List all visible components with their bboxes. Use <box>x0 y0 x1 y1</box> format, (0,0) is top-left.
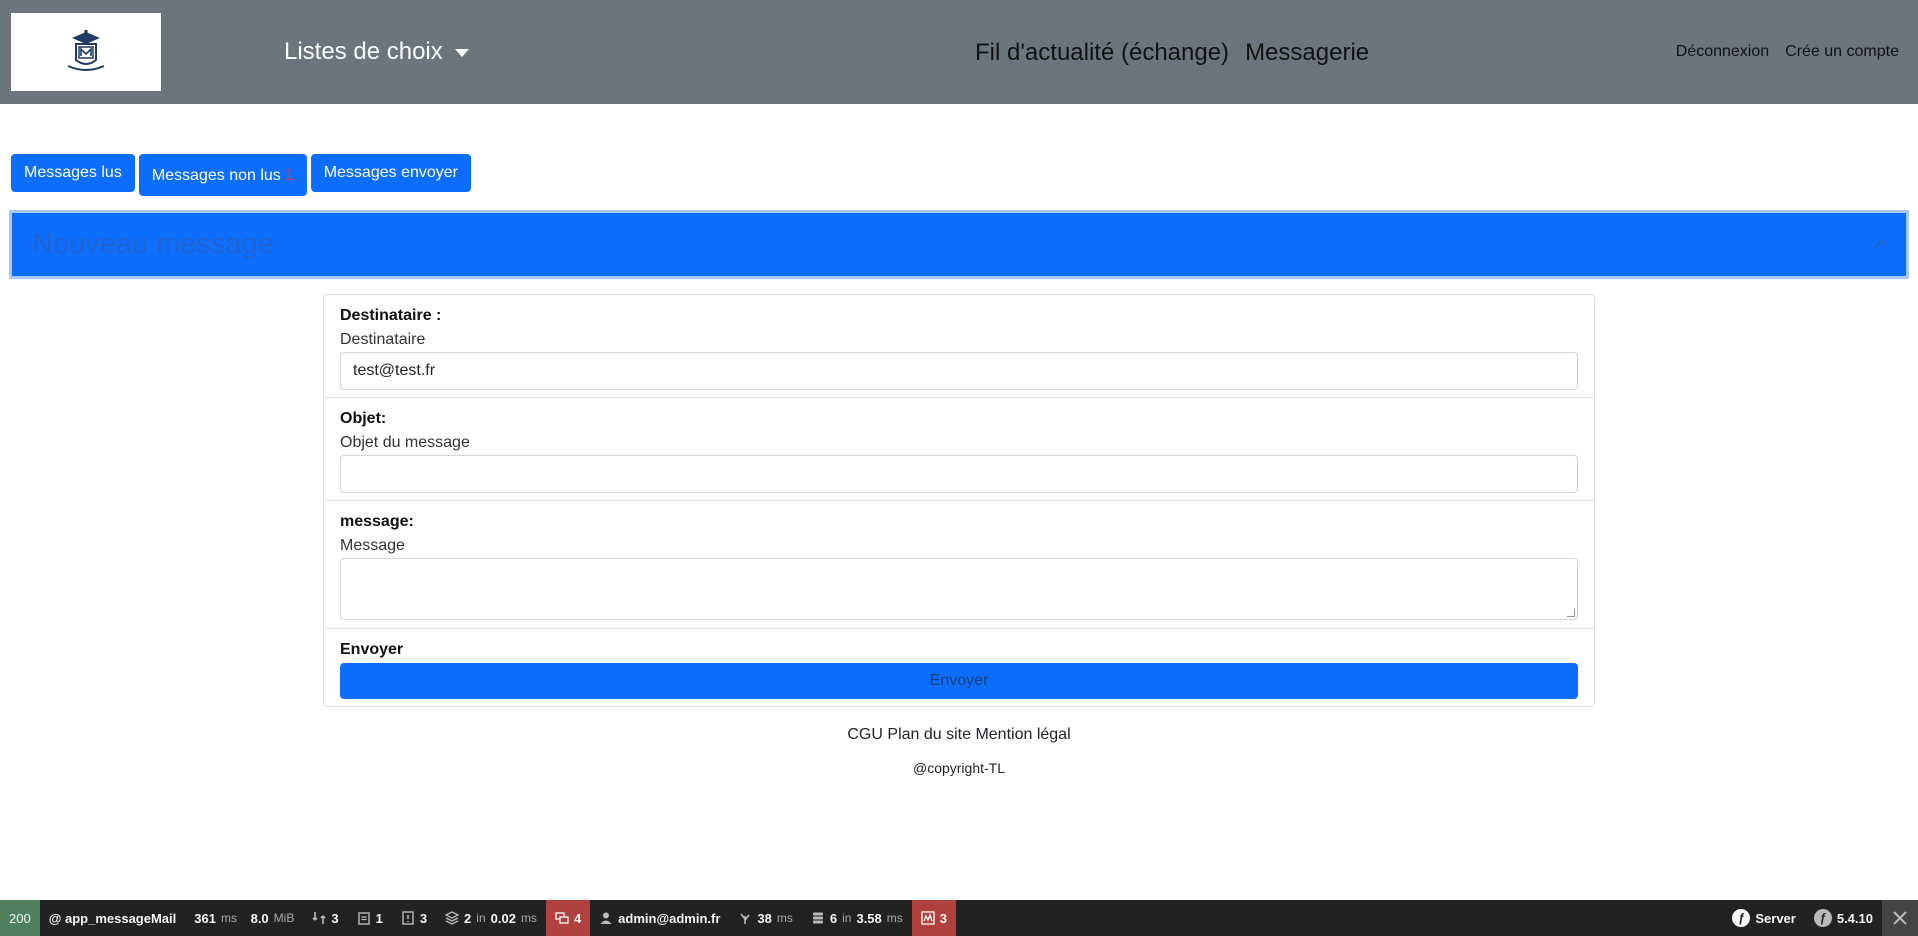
unread-messages-button[interactable]: Messages non lus 1 <box>138 154 307 196</box>
dropdown-label: Listes de choix <box>284 38 443 65</box>
new-message-accordion-header[interactable]: Nouveau message <box>9 210 1909 279</box>
validator-count: 3 <box>419 910 428 926</box>
version-item[interactable]: ƒ 5.4.10 <box>1805 900 1882 936</box>
nav-link-news-feed[interactable]: Fil d'actualité (échange) <box>975 39 1229 67</box>
resize-grip-icon[interactable] <box>1567 609 1575 617</box>
copyright: @copyright-TL <box>912 760 1006 776</box>
database-item[interactable]: 6 in 3.58 ms <box>802 900 912 936</box>
layers-icon <box>445 911 460 925</box>
db-count: 6 <box>829 910 838 926</box>
subject-input[interactable] <box>340 455 1578 493</box>
send-button[interactable]: Envoyer <box>340 663 1578 699</box>
send-section: Envoyer Envoyer <box>324 629 1594 708</box>
read-messages-button[interactable]: Messages lus <box>11 154 135 192</box>
send-label: Envoyer <box>340 641 404 658</box>
user-item[interactable]: admin@admin.fr <box>590 900 729 936</box>
recipient-section: Destinataire : Destinataire test@test.fr <box>324 295 1594 398</box>
status-code-badge[interactable]: 200 <box>0 900 40 936</box>
requests-icon <box>312 912 326 924</box>
twig-item[interactable]: 38 ms <box>729 900 801 936</box>
symfony-version: 5.4.10 <box>1836 910 1873 926</box>
read-messages-label: Messages lus <box>24 164 122 181</box>
caret-down-icon <box>454 49 469 57</box>
db-unit: ms <box>886 911 903 925</box>
cache-count: 2 <box>464 910 472 926</box>
sent-messages-label: Messages envoyer <box>323 164 458 181</box>
memory-value: 8.0 <box>250 910 269 926</box>
validator-item[interactable]: 3 <box>392 900 436 936</box>
logs-item[interactable]: 3 <box>911 900 957 936</box>
new-message-form: Destinataire : Destinataire test@test.fr… <box>323 294 1595 707</box>
user-email: admin@admin.fr <box>618 910 721 926</box>
subject-section: Objet: Objet du message <box>324 398 1594 501</box>
create-account-link[interactable]: Crée un compte <box>1785 43 1899 61</box>
forms-count: 1 <box>375 910 383 926</box>
twig-icon <box>740 913 751 924</box>
subject-sublabel: Objet du message <box>340 434 470 451</box>
logs-count: 3 <box>939 910 948 926</box>
school-crest-icon <box>67 30 105 71</box>
close-icon <box>1893 911 1907 925</box>
navbar: Listes de choix Fil d'actualité (échange… <box>0 0 1918 104</box>
memory-unit: MiB <box>273 911 295 925</box>
choice-lists-dropdown[interactable]: Listes de choix <box>284 38 469 66</box>
database-icon <box>812 912 823 924</box>
server-label: Server <box>1755 910 1796 926</box>
user-icon <box>600 912 612 924</box>
main-nav: Fil d'actualité (échange) Messagerie <box>975 39 1369 67</box>
time-unit: ms <box>220 911 237 925</box>
cache-in: in <box>476 911 486 925</box>
db-time: 3.58 <box>856 910 882 926</box>
cache-time: 0.02 <box>490 910 516 926</box>
footer-link-sitemap[interactable]: Plan du site <box>887 726 971 743</box>
logs-icon <box>921 911 935 925</box>
debug-toolbar: 200 @ app_messageMail 361 ms 8.0 MiB 3 1 3… <box>0 900 1918 936</box>
status-code: 200 <box>9 910 31 926</box>
close-toolbar-button[interactable] <box>1882 900 1918 936</box>
translation-icon <box>555 912 569 924</box>
message-tabs: Messages lus Messages non lus 1 Messages … <box>11 154 471 196</box>
message-section: message: Message <box>324 501 1594 629</box>
footer-link-cgu[interactable]: CGU <box>847 726 883 743</box>
footer-link-legal[interactable]: Mention légal <box>975 726 1070 743</box>
symfony-logo-icon: ƒ <box>1732 909 1751 927</box>
recipient-sublabel: Destinataire <box>340 331 426 348</box>
validator-icon <box>402 911 414 925</box>
time-memory-item[interactable]: 361 ms 8.0 MiB <box>185 900 303 936</box>
logout-link[interactable]: Déconnexion <box>1676 43 1769 61</box>
twig-unit: ms <box>776 911 793 925</box>
server-item[interactable]: ƒ Server <box>1723 900 1804 936</box>
forms-item[interactable]: 1 <box>348 900 392 936</box>
logo[interactable] <box>11 13 161 91</box>
recipient-input[interactable]: test@test.fr <box>340 352 1578 390</box>
footer-links: CGU Plan du site Mention légal <box>0 726 1918 744</box>
route-name: @ app_messageMail <box>48 910 177 926</box>
route-item[interactable]: @ app_messageMail <box>40 900 186 936</box>
db-in: in <box>842 911 852 925</box>
accordion-title: Nouveau message <box>32 228 274 260</box>
requests-count: 3 <box>331 910 339 926</box>
sent-messages-button[interactable]: Messages envoyer <box>310 154 471 192</box>
chevron-up-icon <box>1873 239 1891 256</box>
unread-messages-label: Messages non lus <box>151 167 281 184</box>
unread-count-badge: 1 <box>284 167 294 184</box>
translation-item[interactable]: 4 <box>545 900 591 936</box>
twig-time: 38 <box>757 910 772 926</box>
cache-unit: ms <box>520 911 537 925</box>
send-button-label: Envoyer <box>929 672 989 689</box>
account-nav: Déconnexion Crée un compte <box>1676 43 1899 61</box>
recipient-value: test@test.fr <box>353 362 436 379</box>
subject-label: Objet: <box>340 410 387 427</box>
symfony-logo-icon: ƒ <box>1813 909 1832 927</box>
recipient-label: Destinataire : <box>340 307 442 324</box>
requests-item[interactable]: 3 <box>303 900 347 936</box>
cache-item[interactable]: 2 in 0.02 ms <box>436 900 546 936</box>
nav-link-messaging[interactable]: Messagerie <box>1245 39 1369 67</box>
clipboard-icon <box>357 912 370 925</box>
message-textarea[interactable] <box>340 558 1578 620</box>
time-value: 361 <box>194 910 216 926</box>
translation-count: 4 <box>573 910 582 926</box>
message-sublabel: Message <box>340 537 405 554</box>
message-label: message: <box>340 513 414 530</box>
